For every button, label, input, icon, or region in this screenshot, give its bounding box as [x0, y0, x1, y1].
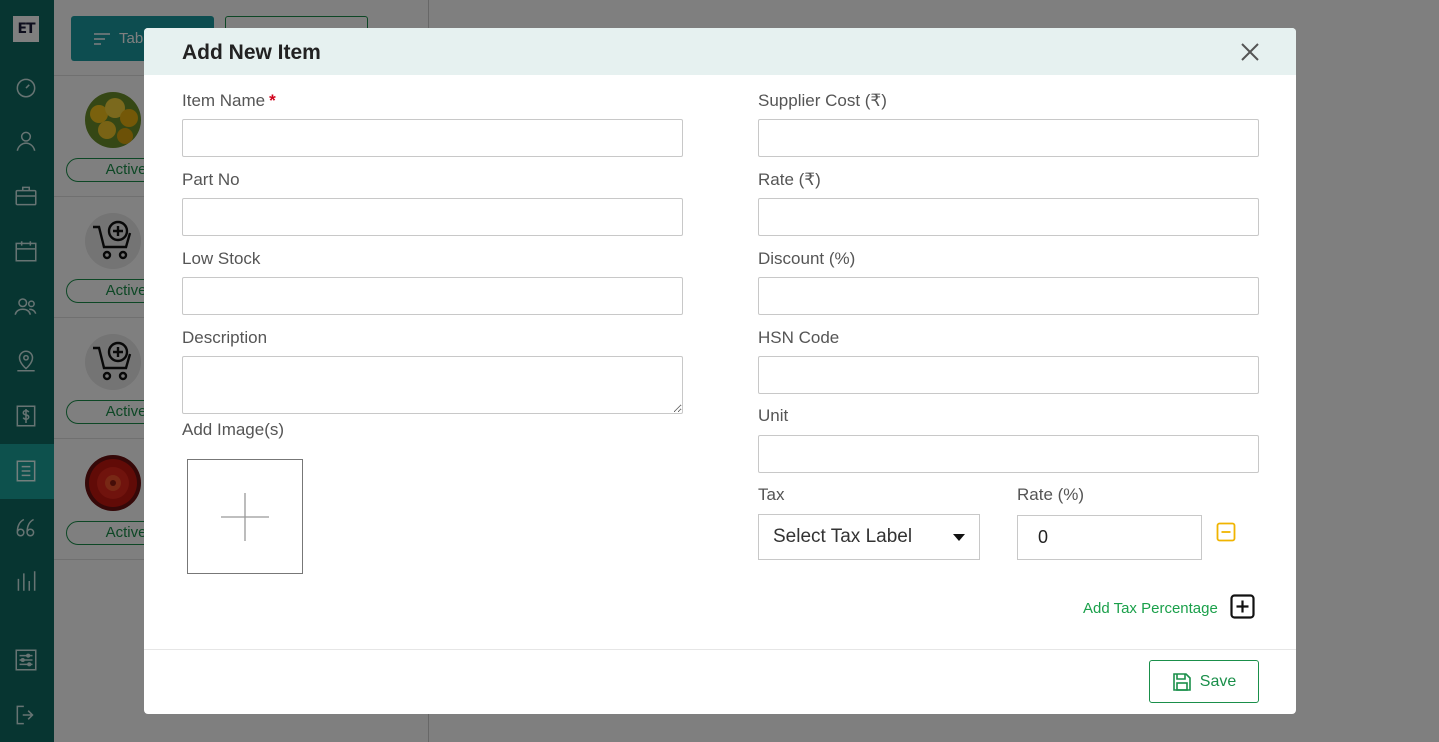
description-textarea[interactable] [182, 356, 683, 414]
plus-icon [221, 492, 269, 541]
add-item-modal: Add New Item Item Name * Part No Low Stoc… [144, 28, 1296, 714]
save-button[interactable]: Save [1149, 660, 1259, 703]
tax-select-value: Select Tax Label [773, 526, 913, 547]
save-button-label: Save [1199, 672, 1237, 690]
add-image-button[interactable] [187, 459, 303, 574]
description-label: Description [182, 328, 268, 347]
tax-rate-input[interactable] [1017, 515, 1202, 560]
modal-header: Add New Item [144, 28, 1296, 75]
discount-label: Discount (%) [758, 249, 856, 268]
low-stock-input[interactable] [182, 277, 683, 315]
unit-label: Unit [758, 406, 789, 425]
required-asterisk: * [269, 91, 276, 110]
supplier-cost-label: Supplier Cost (₹) [758, 91, 887, 110]
dropdown-caret-icon [953, 533, 965, 541]
item-name-label: Item Name * [182, 91, 276, 111]
discount-input[interactable] [758, 277, 1259, 315]
add-tax-percentage-link[interactable]: Add Tax Percentage [1083, 600, 1218, 617]
low-stock-label: Low Stock [182, 249, 261, 268]
item-name-label-text: Item Name [182, 91, 266, 110]
hsn-code-label: HSN Code [758, 328, 840, 347]
modal-footer-divider [144, 649, 1296, 650]
rate-input[interactable] [758, 198, 1259, 236]
tax-rate-label: Rate (%) [1017, 485, 1085, 504]
floppy-disk-icon [1172, 672, 1191, 691]
close-icon[interactable] [1238, 40, 1262, 64]
tax-label-select[interactable]: Select Tax Label [758, 514, 980, 560]
item-name-input[interactable] [182, 119, 683, 157]
add-images-label: Add Image(s) [182, 420, 285, 439]
remove-tax-minus-icon[interactable] [1216, 522, 1236, 542]
tax-label: Tax [758, 485, 785, 504]
modal-title: Add New Item [182, 41, 321, 64]
part-no-label: Part No [182, 170, 240, 189]
unit-input[interactable] [758, 435, 1259, 473]
rate-label: Rate (₹) [758, 170, 821, 189]
part-no-input[interactable] [182, 198, 683, 236]
supplier-cost-input[interactable] [758, 119, 1259, 157]
add-tax-plus-icon[interactable] [1230, 594, 1255, 619]
hsn-code-input[interactable] [758, 356, 1259, 394]
